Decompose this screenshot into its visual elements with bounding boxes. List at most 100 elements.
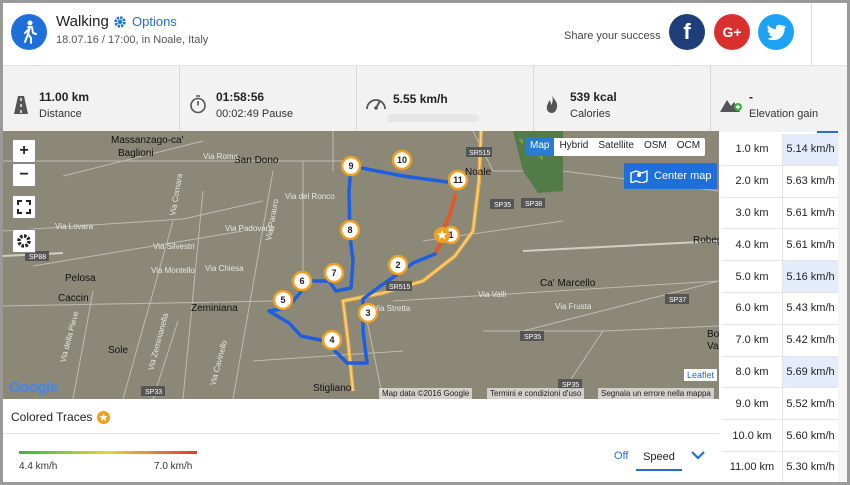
split-distance: 3.0 km [722, 197, 783, 229]
split-distance: 1.0 km [722, 134, 783, 165]
map-type-hybrid[interactable]: Hybrid [554, 138, 593, 156]
split-distance: 5.0 km [722, 261, 783, 292]
map-type-ocm[interactable]: OCM [672, 138, 705, 156]
stat-value: - [749, 90, 753, 104]
twitter-share-button[interactable] [758, 14, 794, 50]
speedometer-icon [366, 99, 386, 110]
marker-label: 5 [280, 295, 285, 305]
stat-label: Calories [570, 108, 611, 120]
map-type-osm[interactable]: OSM [639, 138, 672, 156]
header: Walking Options 18.07.16 / 17:00, in Noa… [3, 3, 847, 65]
map-type-map[interactable]: Map [525, 138, 555, 156]
report-error-link[interactable]: Segnala un errore nella mappa [598, 388, 714, 399]
start-star-icon [434, 227, 450, 243]
marker-label: 7 [331, 268, 336, 278]
center-map-button[interactable]: Center map [624, 163, 717, 189]
google-plus-share-button[interactable]: G+ [714, 14, 750, 50]
table-row: 5.0 km 5.16 km/h [722, 261, 838, 293]
split-speed: 5.63 km/h [786, 175, 835, 188]
table-row: 4.0 km 5.61 km/h [722, 229, 838, 262]
fullscreen-button[interactable] [12, 195, 36, 219]
table-row: 8.0 km 5.69 km/h [722, 356, 838, 389]
map-type-switcher: Map Hybrid Satellite OSM OCM [525, 138, 706, 156]
star-badge-icon [97, 410, 111, 424]
chevron-down-icon[interactable] [690, 449, 706, 461]
share-text: Share your success [564, 30, 661, 42]
google-plus-icon: G+ [722, 24, 742, 40]
table-row: 10.0 km 5.60 km/h [722, 420, 838, 452]
town-label: San Dono [234, 155, 279, 166]
map-type-satellite[interactable]: Satellite [593, 138, 639, 156]
split-speed: 5.30 km/h [786, 461, 835, 474]
road-shield: SP35 [494, 202, 511, 209]
town-label: Pelosa [65, 273, 96, 284]
town-label: Noale [465, 167, 492, 178]
road-shield: SP37 [669, 297, 686, 304]
workout-subtitle: 18.07.16 / 17:00, in Noale, Italy [56, 34, 209, 46]
stopwatch-icon [190, 95, 206, 114]
street-label: Via Chiesa [205, 264, 244, 273]
street-label: Via Zeminianella [146, 312, 170, 372]
marker-label: 4 [329, 335, 334, 345]
split-speed: 5.60 km/h [786, 429, 835, 442]
split-speed: 5.61 km/h [786, 238, 835, 251]
facebook-share-button[interactable]: f [669, 14, 705, 50]
zoom-out-button[interactable]: − [12, 163, 36, 187]
town-label: Massanzago-ca' [111, 135, 184, 146]
workout-frame: Walking Options 18.07.16 / 17:00, in Noa… [0, 0, 850, 485]
marker-label: 11 [453, 175, 463, 185]
split-speed: 5.52 km/h [786, 397, 835, 410]
town-label: Va [707, 341, 719, 352]
options-button[interactable]: Options [113, 14, 177, 29]
split-distance: 10.0 km [722, 420, 783, 451]
street-label: Via Roma [203, 152, 239, 161]
stat-distance: 11.00 km Distance [3, 66, 180, 132]
map-settings-button[interactable] [12, 229, 36, 253]
road-shield: SP33 [145, 389, 162, 396]
speed-gradient-legend [19, 451, 197, 454]
street-label: Via Cornara [168, 172, 184, 216]
street-label: Via Parauro [264, 198, 280, 242]
stat-label: Elevation gain [749, 108, 819, 120]
table-row: 9.0 km 5.52 km/h [722, 388, 838, 421]
split-speed: 5.16 km/h [783, 261, 838, 292]
street-label: Via Silvestri [153, 242, 195, 251]
marker-label: 10 [397, 155, 407, 165]
route-map[interactable]: 9 10 11 8 2 7 6 5 3 4 1 Massanzago-ca' B… [3, 131, 719, 399]
splits-table: 1.0 km 5.14 km/h 2.0 km 5.63 km/h 3.0 km 5.… [722, 134, 838, 482]
twitter-icon [767, 24, 786, 40]
road-shield: SR515 [389, 284, 411, 291]
split-distance: 4.0 km [722, 229, 783, 261]
map-icon [630, 169, 648, 183]
split-distance: 9.0 km [722, 388, 783, 420]
table-row: 3.0 km 5.61 km/h [722, 197, 838, 230]
town-label: Stigliano [313, 383, 352, 394]
legend-max: 7.0 km/h [154, 461, 193, 472]
options-label: Options [132, 14, 177, 29]
street-label: Via Frusta [555, 302, 592, 311]
marker-label: 6 [299, 276, 304, 286]
map-attribution: Map data ©2016 Google [379, 388, 473, 399]
town-label: Sole [108, 345, 128, 356]
stat-label: 00:02:49 Pause [216, 108, 294, 120]
terms-link[interactable]: Termini e condizioni d'uso [487, 388, 585, 399]
legend-min: 4.4 km/h [19, 461, 58, 472]
traces-mode-select[interactable]: Speed [636, 445, 682, 471]
split-distance: 11.00 km [722, 451, 783, 482]
town-label: Bo [707, 329, 719, 340]
split-speed: 5.42 km/h [786, 334, 835, 347]
colored-traces-label: Colored Traces [11, 410, 93, 424]
splits-scrollbar[interactable] [838, 131, 847, 482]
zoom-in-button[interactable]: + [12, 139, 36, 163]
town-label: Ca' Marcello [540, 278, 596, 289]
leaflet-link[interactable]: Leaflet [683, 369, 717, 381]
gear-icon [17, 234, 31, 248]
splits-header-accent [817, 131, 839, 133]
table-row: 11.00 km 5.30 km/h [722, 451, 838, 482]
google-logo-text: Google [9, 379, 58, 396]
google-logo: Google [9, 379, 58, 396]
traces-off-toggle[interactable]: Off [614, 450, 628, 462]
street-label: Via del Ronco [285, 192, 335, 201]
split-distance: 6.0 km [722, 292, 783, 324]
flame-icon [546, 95, 558, 113]
